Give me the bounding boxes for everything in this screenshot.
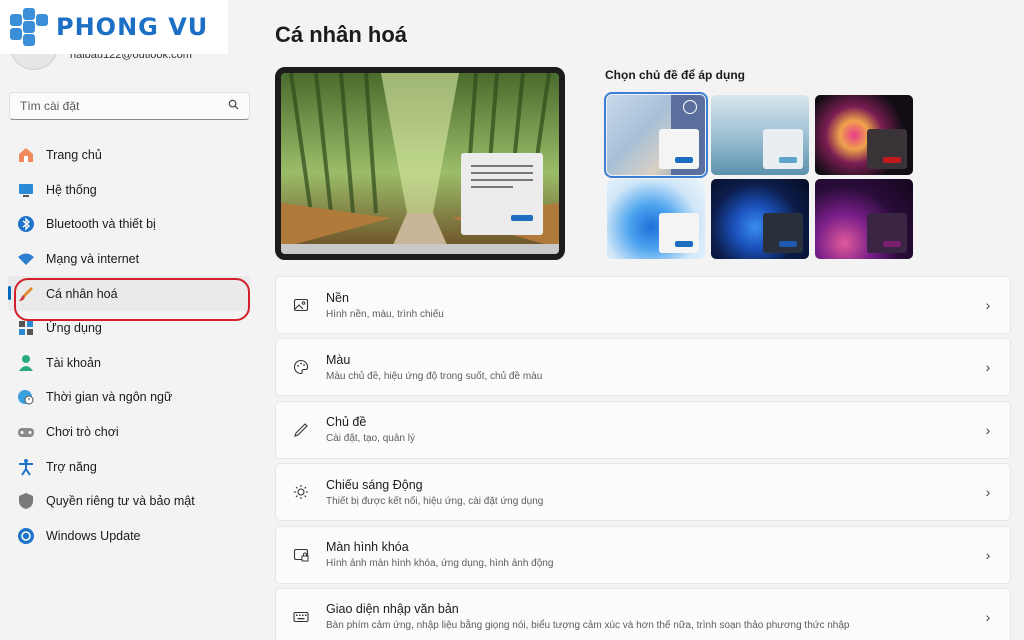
theme-captured-motion[interactable] bbox=[815, 179, 913, 259]
sidebar-item-label: Hệ thống bbox=[46, 182, 97, 197]
pen-icon bbox=[292, 421, 310, 439]
setting-row-dynamic-lighting[interactable]: Chiếu sáng Động Thiết bị được kết nối, h… bbox=[275, 463, 1011, 522]
setting-subtitle: Màu chủ đề, hiệu ứng độ trong suốt, chủ … bbox=[326, 370, 543, 382]
theme-windows-light[interactable] bbox=[607, 179, 705, 259]
setting-title: Chiếu sáng Động bbox=[326, 477, 423, 492]
sidebar-item-gaming[interactable]: Chơi trò chơi bbox=[0, 415, 262, 450]
setting-row-background[interactable]: Nền Hình nền, màu, trình chiếu › bbox=[275, 276, 1011, 334]
sidebar-item-windows-update[interactable]: Windows Update bbox=[0, 519, 262, 554]
lighting-icon bbox=[292, 483, 310, 501]
accessibility-icon bbox=[16, 457, 36, 477]
sidebar-item-bluetooth[interactable]: Bluetooth và thiết bị bbox=[0, 207, 262, 242]
chevron-right-icon: › bbox=[985, 359, 991, 376]
sidebar-item-time-language[interactable]: Thời gian và ngôn ngữ bbox=[0, 380, 262, 415]
sidebar-item-label: Tài khoản bbox=[46, 355, 101, 370]
preview-window bbox=[461, 153, 543, 235]
setting-subtitle: Hình nền, màu, trình chiếu bbox=[326, 308, 444, 320]
monitor-icon bbox=[16, 180, 36, 200]
chevron-right-icon: › bbox=[985, 484, 991, 501]
chevron-right-icon: › bbox=[985, 608, 991, 625]
theme-windows-spotlight[interactable] bbox=[604, 92, 708, 178]
palette-icon bbox=[292, 358, 310, 376]
sidebar-item-privacy[interactable]: Quyền riêng tư và bảo mật bbox=[0, 484, 262, 519]
sidebar-item-accessibility[interactable]: Trợ năng bbox=[0, 449, 262, 484]
chevron-right-icon: › bbox=[985, 421, 991, 438]
theme-preview bbox=[275, 67, 565, 260]
sidebar-item-label: Thời gian và ngôn ngữ bbox=[46, 390, 173, 405]
setting-subtitle: Bàn phím cảm ứng, nhập liệu bằng giọng n… bbox=[326, 620, 850, 632]
sidebar-item-label: Ứng dụng bbox=[46, 321, 102, 336]
sidebar-item-home[interactable]: Trang chủ bbox=[0, 138, 262, 173]
logo-text: PHONG VU bbox=[56, 13, 209, 41]
red-highlight-annotation bbox=[14, 278, 250, 321]
sidebar: haibau122@outlook.com Tìm cài đặt Trang … bbox=[0, 0, 262, 640]
themes-title: Chọn chủ đề để áp dụng bbox=[605, 68, 745, 82]
globe-clock-icon bbox=[16, 387, 36, 407]
gamepad-icon bbox=[16, 422, 36, 442]
image-icon bbox=[292, 296, 310, 314]
lock-screen-icon bbox=[292, 546, 310, 564]
setting-subtitle: Hình ảnh màn hình khóa, ứng dụng, hình ả… bbox=[326, 558, 554, 570]
setting-row-text-input[interactable]: Giao diện nhập văn bản Bàn phím cảm ứng,… bbox=[275, 587, 1011, 640]
setting-title: Nền bbox=[326, 290, 349, 305]
sidebar-item-label: Quyền riêng tư và bảo mật bbox=[46, 494, 195, 509]
settings-list: Nền Hình nền, màu, trình chiếu › Màu Màu… bbox=[275, 276, 1011, 640]
spotlight-icon bbox=[683, 100, 697, 114]
home-icon bbox=[16, 145, 36, 165]
apps-icon bbox=[16, 318, 36, 338]
theme-windows-dark[interactable] bbox=[711, 179, 809, 259]
search-icon[interactable] bbox=[228, 99, 239, 113]
sidebar-item-label: Trang chủ bbox=[46, 148, 102, 163]
setting-subtitle: Cài đặt, tạo, quản lý bbox=[326, 433, 415, 445]
theme-glow-lake[interactable] bbox=[711, 95, 809, 175]
logo-mark-icon bbox=[8, 6, 50, 48]
search-placeholder: Tìm cài đặt bbox=[20, 99, 80, 113]
search-input[interactable]: Tìm cài đặt bbox=[9, 92, 250, 120]
sidebar-item-label: Bluetooth và thiết bị bbox=[46, 217, 156, 232]
keyboard-icon bbox=[292, 608, 310, 626]
chevron-right-icon: › bbox=[985, 297, 991, 313]
theme-flower-dark[interactable] bbox=[815, 95, 913, 175]
setting-title: Màu bbox=[326, 352, 351, 367]
setting-title: Màn hình khóa bbox=[326, 540, 409, 555]
bluetooth-icon bbox=[16, 214, 36, 234]
setting-row-lock-screen[interactable]: Màn hình khóa Hình ảnh màn hình khóa, ứn… bbox=[275, 525, 1011, 584]
setting-row-colors[interactable]: Màu Màu chủ đề, hiệu ứng độ trong suốt, … bbox=[275, 338, 1011, 397]
preview-taskbar bbox=[281, 244, 559, 254]
setting-subtitle: Thiết bị được kết nối, hiệu ứng, cài đặt… bbox=[326, 495, 544, 507]
update-icon bbox=[16, 526, 36, 546]
shield-icon bbox=[16, 491, 36, 511]
sidebar-item-accounts[interactable]: Tài khoản bbox=[0, 346, 262, 381]
sidebar-item-system[interactable]: Hệ thống bbox=[0, 173, 262, 208]
person-icon bbox=[16, 353, 36, 373]
page-title: Cá nhân hoá bbox=[275, 22, 408, 47]
setting-row-themes[interactable]: Chủ đề Cài đặt, tạo, quản lý › bbox=[275, 400, 1011, 459]
chevron-right-icon: › bbox=[985, 546, 991, 563]
phong-vu-logo: PHONG VU bbox=[0, 0, 228, 54]
wifi-icon bbox=[16, 249, 36, 269]
setting-title: Giao diện nhập văn bản bbox=[326, 602, 459, 617]
sidebar-item-label: Trợ năng bbox=[46, 459, 97, 474]
sidebar-item-network[interactable]: Mạng và internet bbox=[0, 242, 262, 277]
sidebar-nav: Trang chủ Hệ thống Bluetooth và thiết bị… bbox=[0, 138, 262, 553]
sidebar-item-label: Chơi trò chơi bbox=[46, 425, 119, 440]
setting-title: Chủ đề bbox=[326, 415, 367, 430]
sidebar-item-label: Mạng và internet bbox=[46, 252, 140, 267]
sidebar-item-label: Windows Update bbox=[46, 528, 141, 543]
